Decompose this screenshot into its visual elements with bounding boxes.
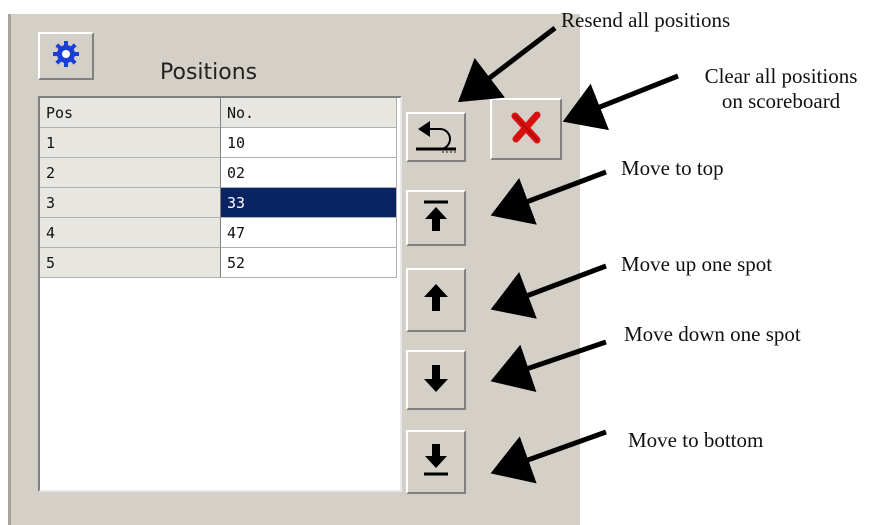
annotation-move-up: Move up one spot xyxy=(621,252,773,276)
move-up-button[interactable] xyxy=(406,268,466,332)
arrow-to-bottom-icon xyxy=(421,442,451,483)
annotation-clear-line1: Clear all positions xyxy=(704,64,858,88)
table-row[interactable]: 5 52 xyxy=(40,248,397,278)
annotation-resend: Resend all positions xyxy=(561,8,731,32)
row-pos-cell[interactable]: 3 xyxy=(40,188,221,218)
annotation-move-top: Move to top xyxy=(621,156,724,180)
settings-button[interactable] xyxy=(38,32,94,80)
panel-title: Positions xyxy=(160,60,258,85)
positions-grid[interactable]: Pos No. 1 10 2 02 3 33 4 47 5 52 xyxy=(38,96,402,492)
move-to-bottom-button[interactable] xyxy=(406,430,466,494)
arrow-up-icon xyxy=(421,282,451,319)
resend-all-button[interactable] xyxy=(406,112,466,162)
row-no-cell-selected[interactable]: 33 xyxy=(221,188,397,218)
row-no-cell[interactable]: 02 xyxy=(221,158,397,188)
annotation-clear: Clear all positions on scoreboard xyxy=(686,64,876,114)
arrow-to-top-icon xyxy=(421,198,451,239)
row-pos-cell[interactable]: 2 xyxy=(40,158,221,188)
table-row[interactable]: 2 02 xyxy=(40,158,397,188)
row-pos-cell[interactable]: 4 xyxy=(40,218,221,248)
undo-arrow-icon xyxy=(412,115,460,160)
row-no-cell[interactable]: 47 xyxy=(221,218,397,248)
annotation-move-down: Move down one spot xyxy=(624,322,801,346)
column-header-no[interactable]: No. xyxy=(221,98,397,128)
move-down-button[interactable] xyxy=(406,350,466,410)
arrow-down-icon xyxy=(421,362,451,399)
row-no-cell[interactable]: 52 xyxy=(221,248,397,278)
grid-header-row: Pos No. xyxy=(40,98,397,128)
row-pos-cell[interactable]: 1 xyxy=(40,128,221,158)
column-header-pos[interactable]: Pos xyxy=(40,98,221,128)
move-to-top-button[interactable] xyxy=(406,190,466,246)
table-row[interactable]: 3 33 xyxy=(40,188,397,218)
table-row[interactable]: 4 47 xyxy=(40,218,397,248)
table-row[interactable]: 1 10 xyxy=(40,128,397,158)
row-no-cell[interactable]: 10 xyxy=(221,128,397,158)
annotation-move-bottom: Move to bottom xyxy=(628,428,764,452)
annotation-clear-line2: on scoreboard xyxy=(721,89,841,113)
row-pos-cell[interactable]: 5 xyxy=(40,248,221,278)
gear-icon xyxy=(51,39,81,74)
clear-all-button[interactable] xyxy=(490,98,562,160)
panel-edge xyxy=(8,14,11,525)
red-x-icon xyxy=(509,110,543,149)
